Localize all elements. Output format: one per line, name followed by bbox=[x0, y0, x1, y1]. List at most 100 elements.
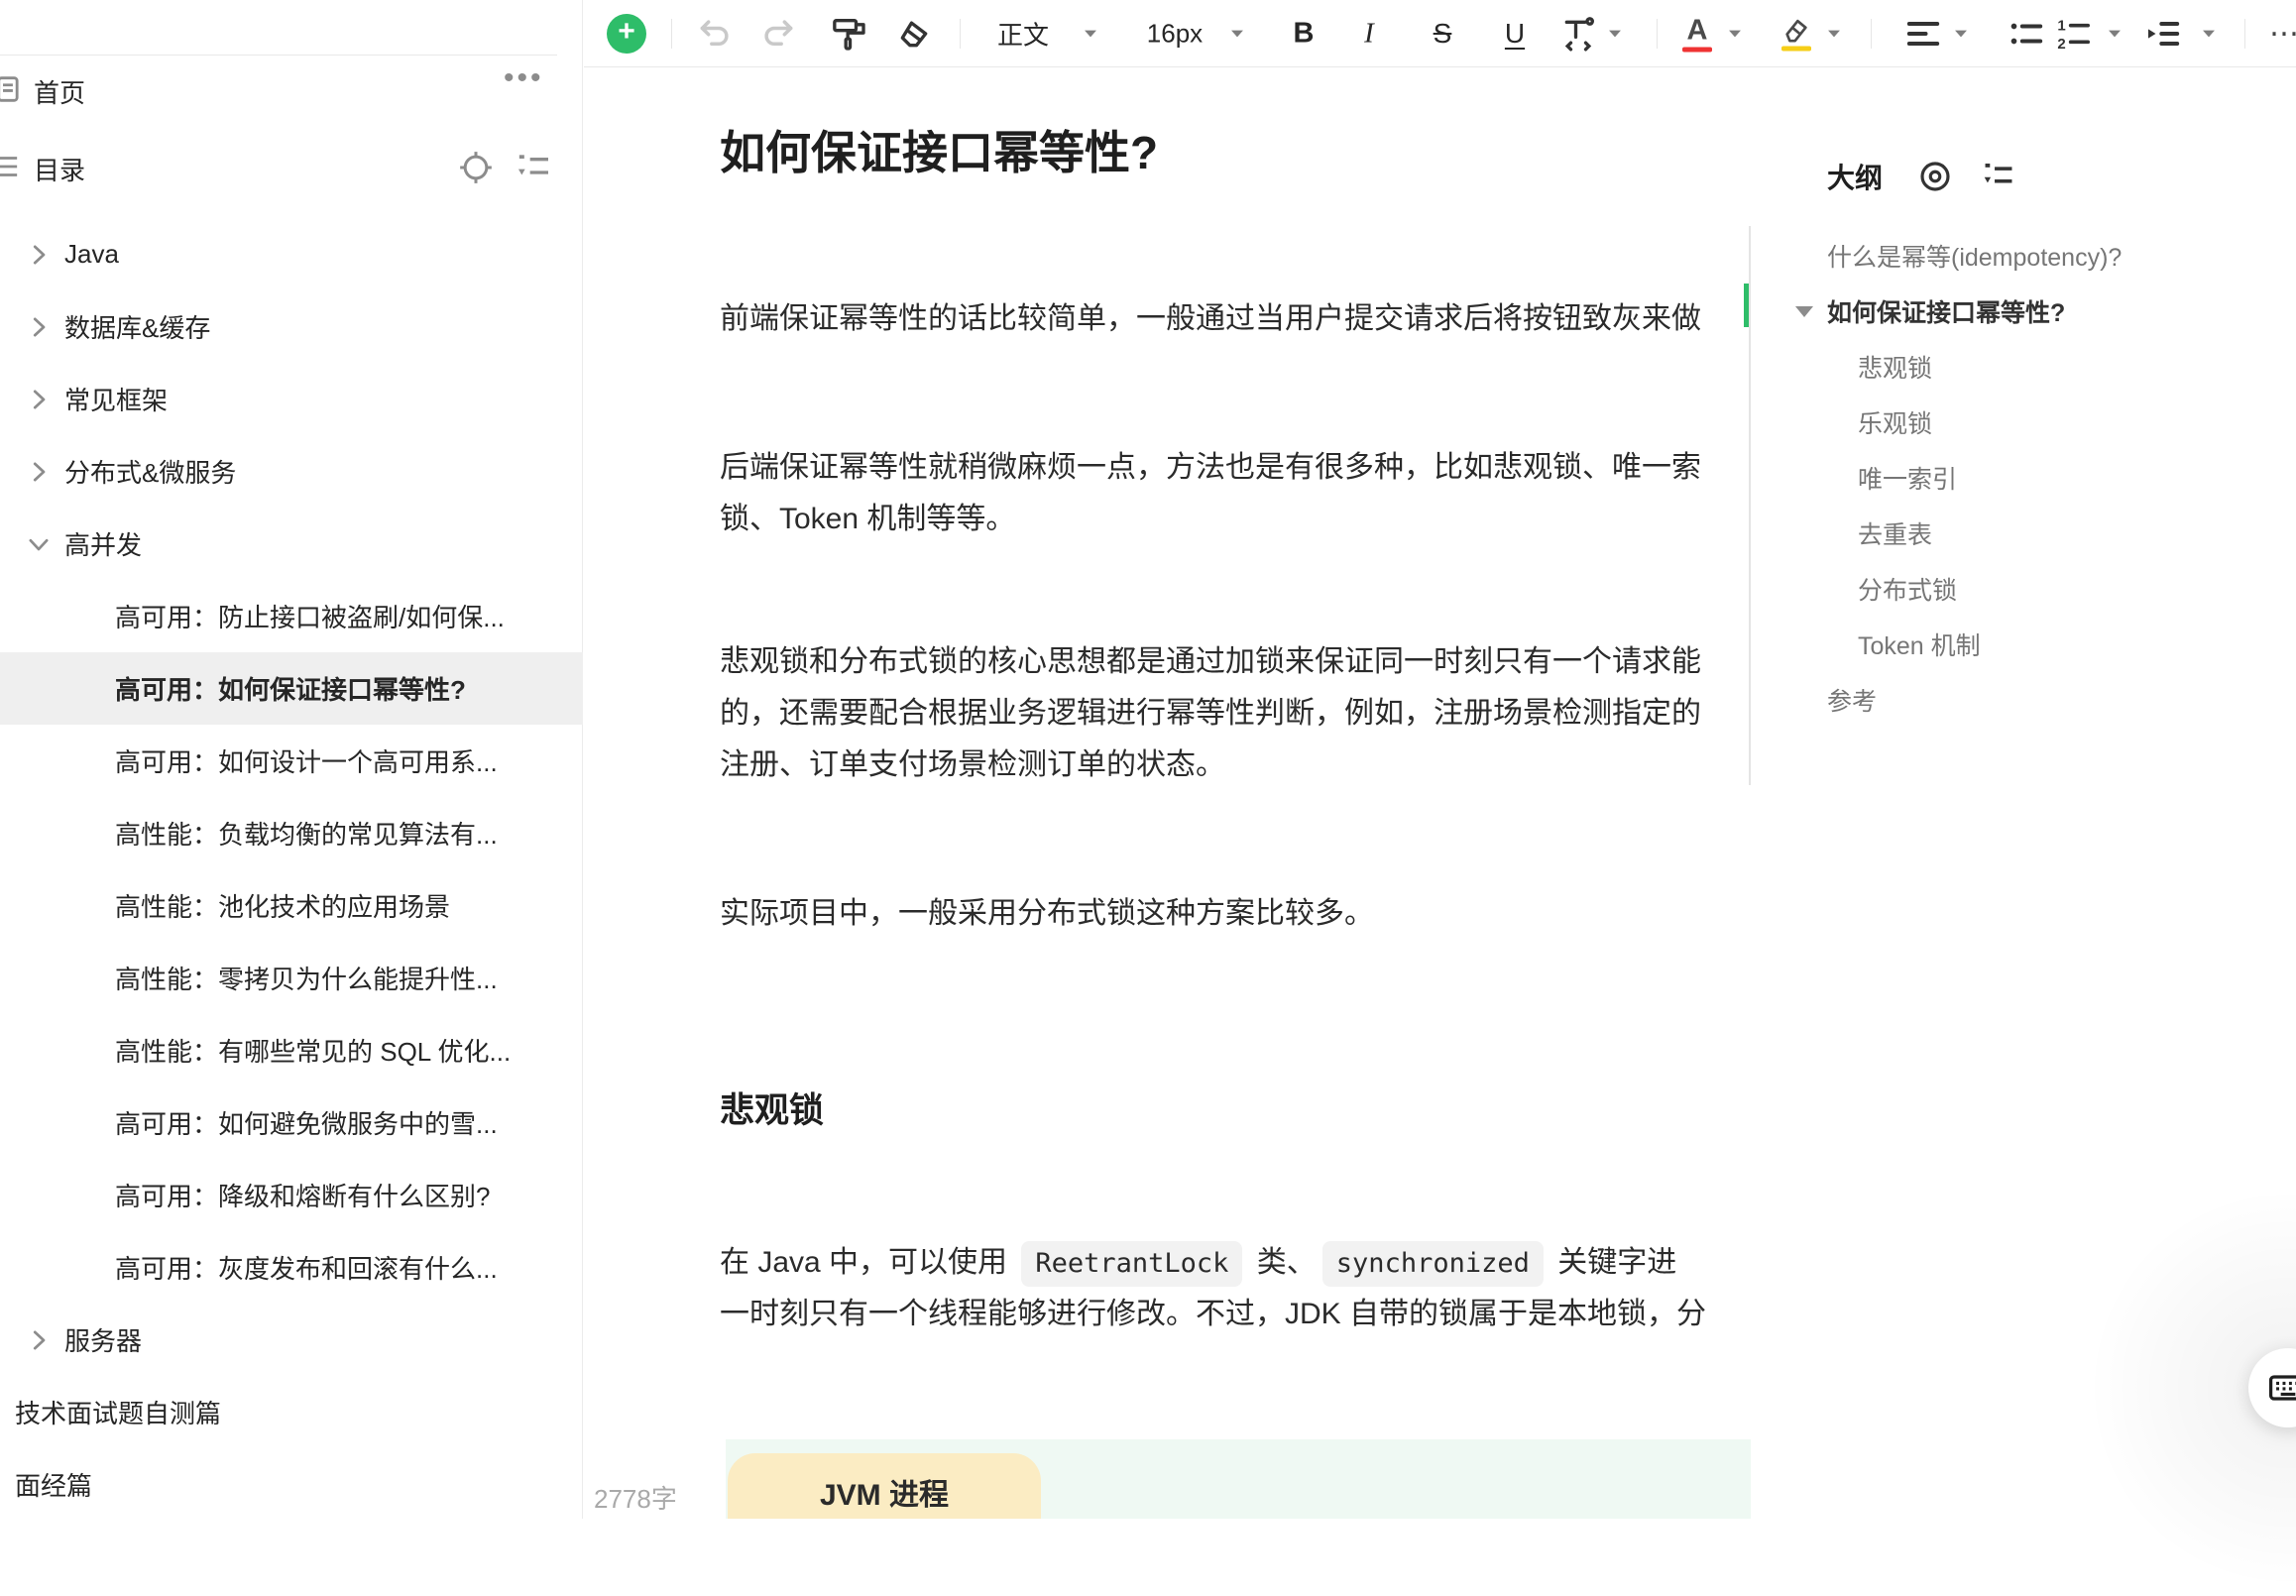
italic-button[interactable]: I bbox=[1364, 18, 1374, 51]
outline-item[interactable]: 乐观锁 bbox=[1751, 395, 2296, 450]
tree-item-label: 数据库&缓存 bbox=[64, 308, 210, 345]
outline-item[interactable]: 参考 bbox=[1751, 672, 2296, 728]
home-icon bbox=[0, 72, 20, 111]
font-color-button[interactable]: A bbox=[1682, 16, 1712, 53]
outline-item[interactable]: 分布式锁 bbox=[1751, 561, 2296, 617]
chevron-down-icon[interactable] bbox=[24, 529, 54, 559]
strikethrough-button[interactable]: S bbox=[1434, 18, 1452, 50]
tree-item-label: 高并发 bbox=[64, 525, 142, 562]
chevron-right-icon[interactable] bbox=[24, 240, 54, 270]
toolbar-divider bbox=[1657, 19, 1658, 49]
tree-item-label: 常见框架 bbox=[64, 381, 168, 417]
outline-item-label: 分布式锁 bbox=[1858, 571, 1957, 607]
tree-item-label: 服务器 bbox=[64, 1321, 142, 1358]
outline-item-label: 参考 bbox=[1827, 682, 1877, 718]
chevron-right-icon[interactable] bbox=[24, 457, 54, 487]
tree-item-label: 高可用：如何保证接口幂等性? bbox=[115, 670, 466, 707]
sidebar-tree-item[interactable]: 高性能：负载均衡的常见算法有... bbox=[0, 797, 583, 869]
outline-item[interactable]: Token 机制 bbox=[1751, 617, 2296, 672]
outline-item[interactable]: 去重表 bbox=[1751, 506, 2296, 561]
sidebar-tree-item[interactable]: 常见框架 bbox=[0, 363, 583, 435]
sidebar-tree-item[interactable]: 高性能：有哪些常见的 SQL 优化... bbox=[0, 1014, 583, 1086]
sidebar-tree-item[interactable]: 高可用：灰度发布和回滚有什么... bbox=[0, 1231, 583, 1304]
inline-code: ReetrantLock bbox=[1021, 1241, 1242, 1287]
chevron-right-icon[interactable] bbox=[24, 385, 54, 414]
format-painter-icon[interactable] bbox=[829, 14, 868, 54]
sidebar-tree-item[interactable]: 高性能：池化技术的应用场景 bbox=[0, 869, 583, 942]
sidebar-tree-item[interactable]: 服务器 bbox=[0, 1304, 583, 1376]
outline-item-label: 乐观锁 bbox=[1858, 404, 1932, 440]
outline-item[interactable]: 什么是幂等(idempotency)? bbox=[1751, 228, 2296, 284]
sidebar-item-home[interactable]: 首页 ••• bbox=[0, 67, 583, 115]
undo-icon[interactable] bbox=[696, 15, 734, 53]
sidebar-tree-item[interactable]: 高可用：如何设计一个高可用系... bbox=[0, 725, 583, 797]
bullet-list-icon[interactable] bbox=[2007, 14, 2046, 54]
chevron-down-icon[interactable] bbox=[1084, 30, 1097, 38]
highlight-color-button[interactable] bbox=[1780, 17, 1812, 52]
highlight-color-bar bbox=[1781, 47, 1811, 52]
outline-list: 什么是幂等(idempotency)? 如何保证接口幂等性? 悲观锁乐观锁唯一索引去… bbox=[1751, 228, 2296, 728]
sidebar-tree-item[interactable]: 高可用：降级和熔断有什么区别? bbox=[0, 1159, 583, 1231]
chevron-right-icon[interactable] bbox=[24, 1325, 54, 1355]
chevron-down-icon[interactable] bbox=[1608, 30, 1622, 38]
text-spacing-icon[interactable] bbox=[1558, 14, 1598, 54]
font-size-dropdown[interactable]: 16px bbox=[1147, 19, 1203, 50]
chevron-down-icon[interactable] bbox=[1954, 30, 1968, 38]
numbered-list-icon[interactable]: 12 bbox=[2054, 14, 2094, 54]
paragraph: 在 Java 中，可以使用 ReetrantLock 类、synchronize… bbox=[720, 1237, 1751, 1340]
sidebar-tree-item[interactable]: 分布式&微服务 bbox=[0, 435, 583, 508]
page-title: 如何保证接口幂等性? bbox=[720, 127, 1158, 178]
eye-icon[interactable] bbox=[1916, 158, 1954, 195]
insert-button[interactable]: + bbox=[607, 14, 646, 54]
tree-item-label: 高可用：防止接口被盗刷/如何保... bbox=[115, 598, 505, 634]
sidebar-tree-item[interactable]: 面经篇 bbox=[0, 1448, 583, 1521]
eraser-icon[interactable] bbox=[894, 14, 934, 54]
outline-item[interactable]: 唯一索引 bbox=[1751, 450, 2296, 506]
document-editor[interactable]: 如何保证接口幂等性? 前端保证幂等性的话比较简单，一般通过当用户提交请求后将按钮… bbox=[720, 67, 1751, 1519]
paragraph-style-dropdown[interactable]: 正文 bbox=[997, 16, 1049, 53]
chevron-down-icon[interactable] bbox=[1728, 30, 1742, 38]
bold-button[interactable]: B bbox=[1294, 18, 1315, 51]
sidebar-tree-item[interactable]: 高并发 bbox=[0, 508, 583, 580]
sidebar-tree-item[interactable]: 高可用：如何避免微服务中的雪... bbox=[0, 1086, 583, 1159]
tree-item-label: 高性能：池化技术的应用场景 bbox=[115, 887, 450, 924]
collapse-outline-icon[interactable] bbox=[514, 148, 553, 192]
home-more-icon[interactable]: ••• bbox=[504, 61, 544, 95]
sidebar-tree-item[interactable]: 高性能：零拷贝为什么能提升性... bbox=[0, 942, 583, 1014]
chevron-down-icon[interactable] bbox=[1230, 30, 1244, 38]
outline-item-label: Token 机制 bbox=[1858, 627, 1981, 662]
chevron-down-icon[interactable] bbox=[2108, 30, 2122, 38]
tree-item-label: 高可用：降级和熔断有什么区别? bbox=[115, 1177, 490, 1213]
underline-button[interactable]: U bbox=[1505, 18, 1525, 50]
sidebar-tree-item[interactable]: Java bbox=[0, 218, 583, 290]
mindmap-node-jvm[interactable]: JVM 进程 bbox=[728, 1453, 1041, 1519]
paragraph: 悲观锁和分布式锁的核心思想都是通过加锁来保证同一时刻只有一个请求能的，还需要配合… bbox=[720, 636, 1751, 791]
outline-item-label: 如何保证接口幂等性? bbox=[1827, 293, 2065, 329]
tree-item-label: 高性能：负载均衡的常见算法有... bbox=[115, 815, 498, 852]
align-icon[interactable] bbox=[1903, 14, 1943, 54]
sidebar-tree-item[interactable]: 数据库&缓存 bbox=[0, 290, 583, 363]
tree-item-label: 分布式&微服务 bbox=[64, 453, 236, 490]
sidebar-tree-item[interactable]: 高可用：防止接口被盗刷/如何保... bbox=[0, 580, 583, 652]
tree-item-label: 面经篇 bbox=[15, 1466, 92, 1503]
sidebar: 首页 ••• 目录 Java 数据库&缓存常见框架分布式&微服务高并发高可用：防止… bbox=[0, 0, 583, 1519]
redo-icon[interactable] bbox=[759, 15, 797, 53]
outline-item[interactable]: 如何保证接口幂等性? bbox=[1751, 284, 2296, 339]
sidebar-tree-item[interactable]: 高可用：如何保证接口幂等性? bbox=[0, 652, 583, 725]
chevron-down-icon[interactable] bbox=[2202, 30, 2216, 38]
tree-item-label: Java bbox=[64, 239, 119, 270]
sidebar-item-toc[interactable]: 目录 bbox=[0, 145, 583, 192]
outline-collapse-icon[interactable] bbox=[1980, 158, 2017, 195]
toc-icon bbox=[0, 150, 20, 188]
svg-text:2: 2 bbox=[2057, 36, 2065, 53]
outline-item[interactable]: 悲观锁 bbox=[1751, 339, 2296, 395]
sidebar-tree-item[interactable]: 技术面试题自测篇 bbox=[0, 1376, 583, 1448]
locate-icon[interactable] bbox=[456, 148, 496, 192]
toolbar-divider bbox=[2244, 19, 2245, 49]
triangle-down-icon[interactable] bbox=[1795, 306, 1813, 317]
toolbar-divider bbox=[671, 19, 672, 49]
chevron-right-icon[interactable] bbox=[24, 312, 54, 342]
indent-icon[interactable] bbox=[2143, 14, 2183, 54]
more-tools-button[interactable]: ⋯ bbox=[2269, 17, 2296, 52]
chevron-down-icon[interactable] bbox=[1827, 30, 1841, 38]
